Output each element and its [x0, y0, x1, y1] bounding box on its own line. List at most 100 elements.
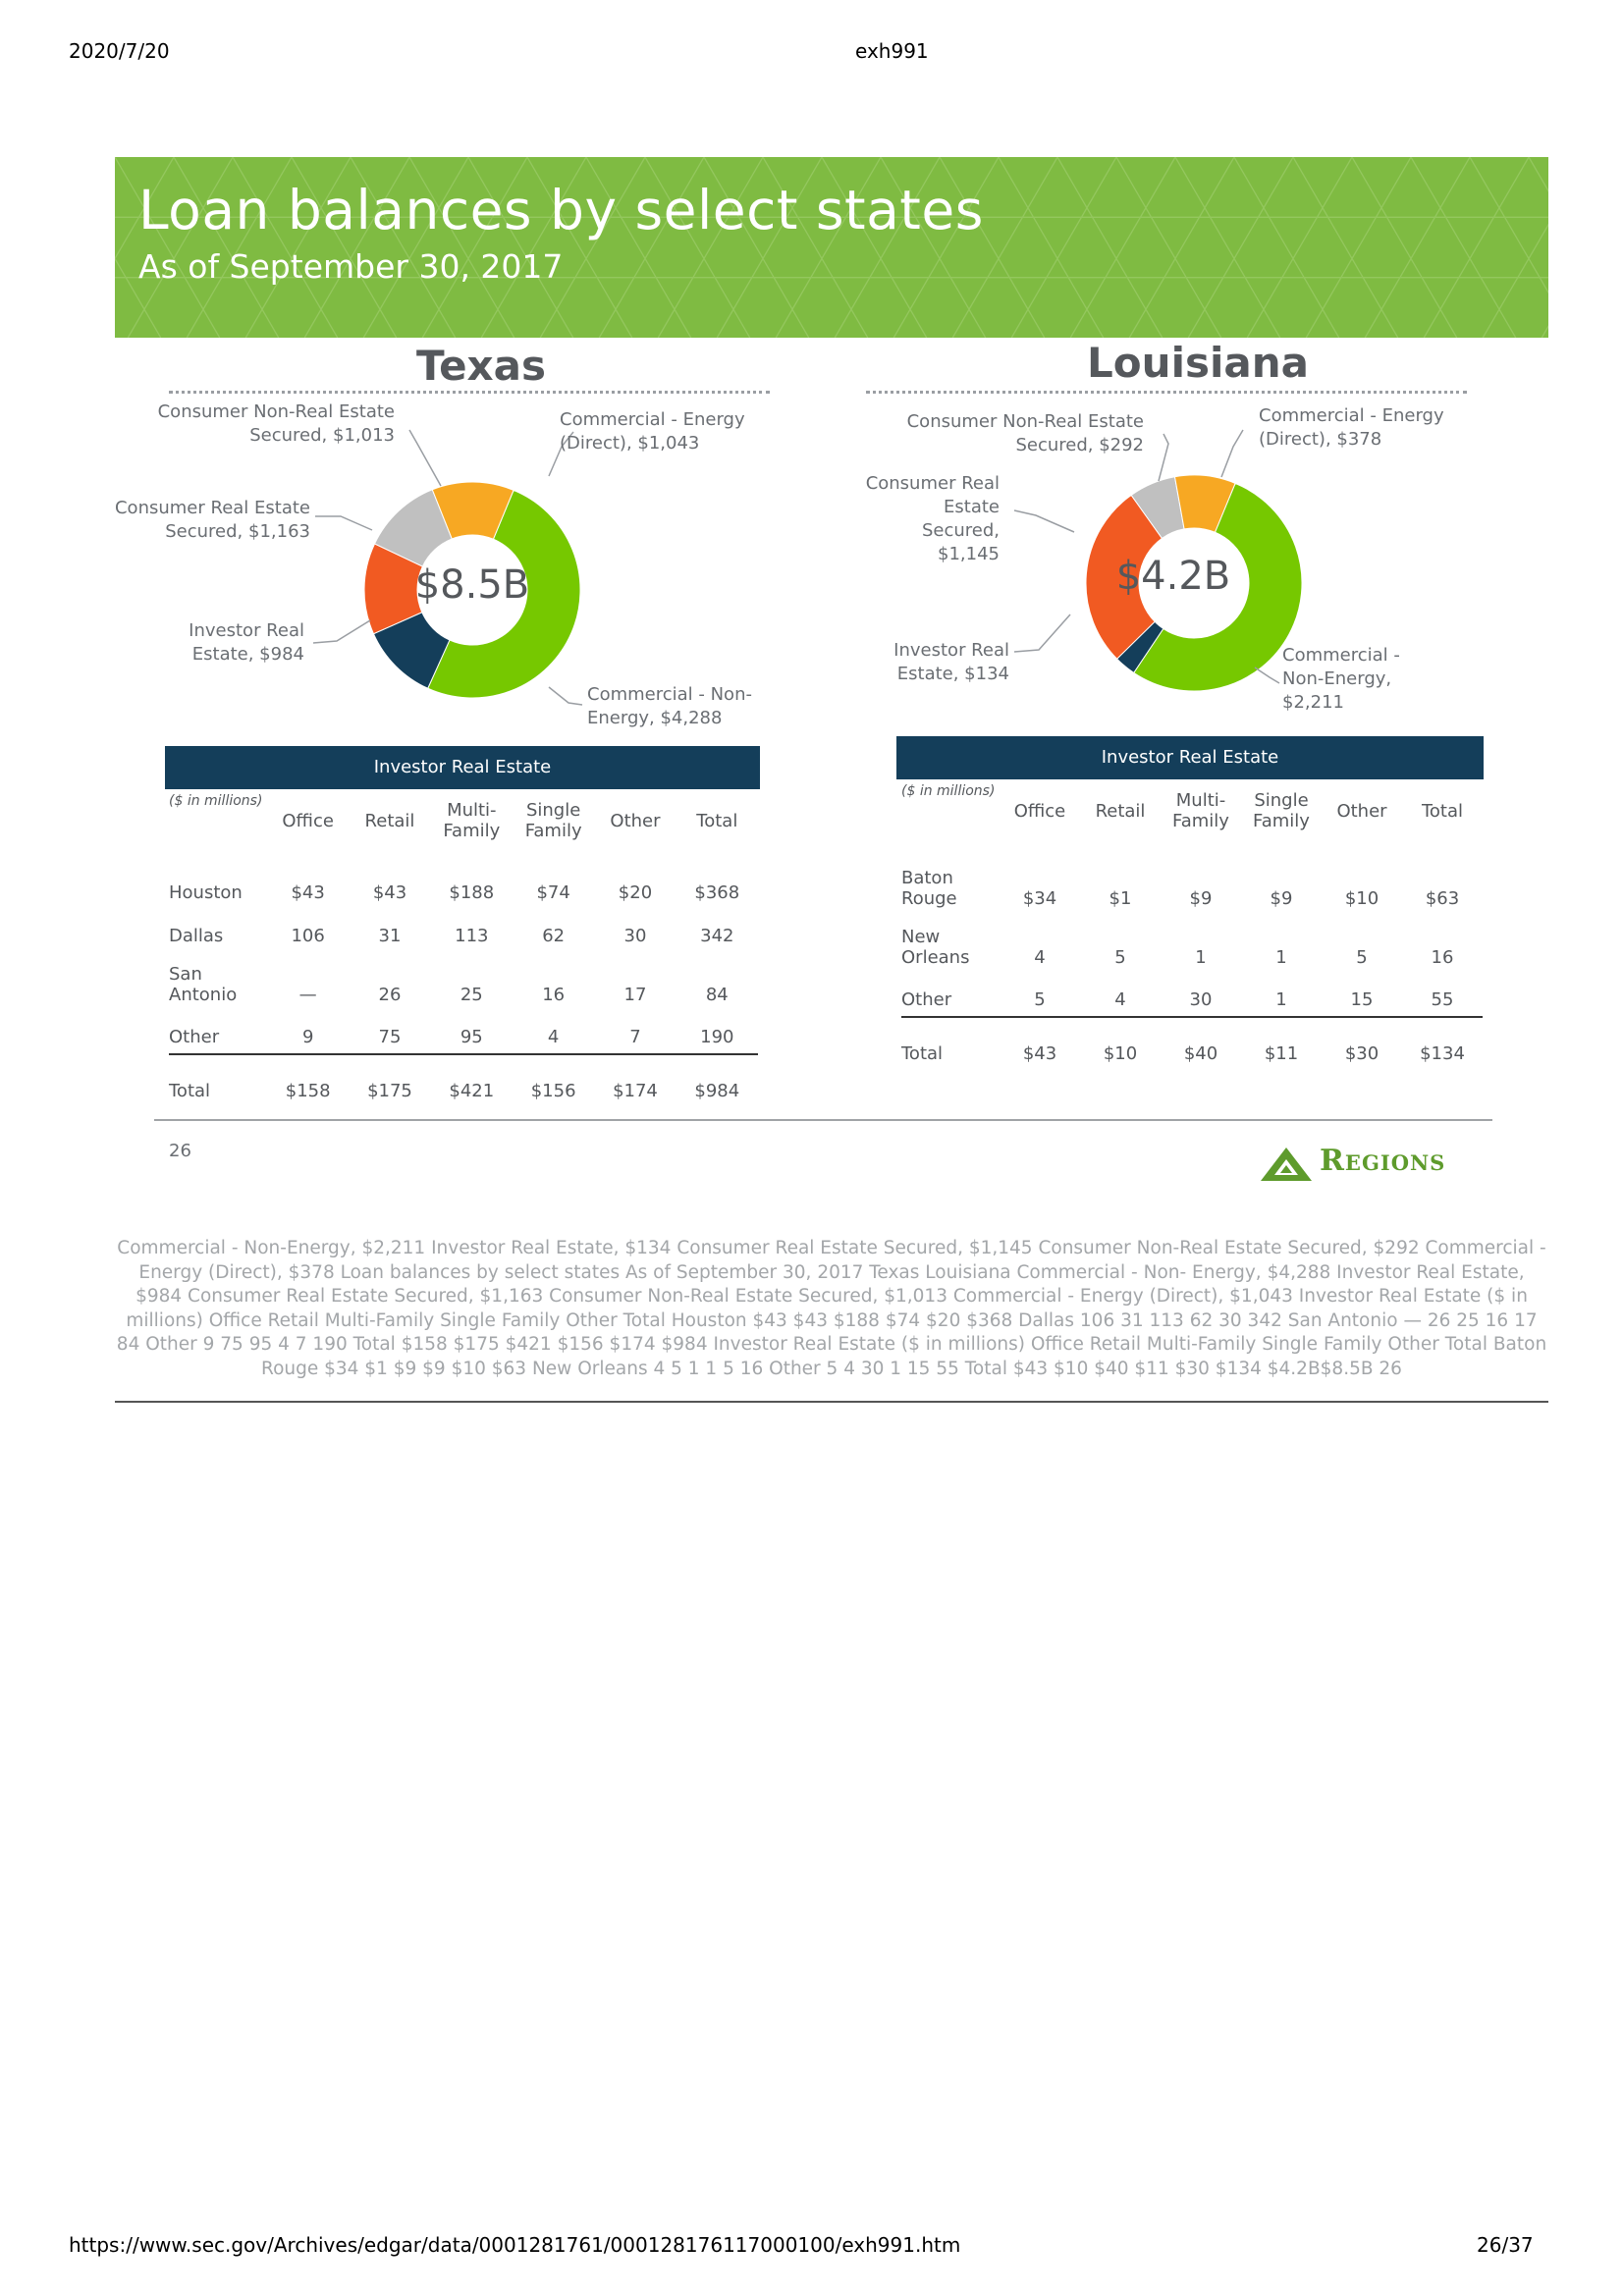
louisiana-col-header-line: Multi-	[1175, 790, 1226, 811]
texas-col-header: Multi- Family	[431, 793, 513, 848]
louisiana-cell: 55	[1402, 974, 1483, 1018]
louisiana-table-row: Baton Rouge $34 $1 $9 $9 $10 $63	[901, 856, 1483, 915]
print-doc-name: exh991	[855, 39, 929, 63]
texas-total-cell: $174	[613, 1081, 658, 1101]
louisiana-total-cell: $134	[1420, 1043, 1465, 1064]
texas-cell: 106	[291, 926, 325, 946]
print-date: 2020/7/20	[69, 39, 170, 63]
louisiana-row-label: Baton Rouge	[901, 856, 1000, 915]
texas-label-consumer-re: Consumer Real Estate Secured, $1,163	[98, 497, 310, 544]
texas-total-cell: $156	[530, 1081, 576, 1101]
texas-total-cell: $984	[694, 1081, 740, 1101]
texas-cell: $20	[618, 882, 653, 903]
texas-row-label: Dallas	[169, 909, 267, 952]
louisiana-row-label-line: Rouge	[901, 888, 957, 909]
louisiana-cell: 16	[1431, 947, 1454, 968]
louisiana-label-investor-re: Investor Real Estate, $134	[864, 639, 1009, 686]
louisiana-cell: $63	[1425, 888, 1460, 909]
print-url[interactable]: https://www.sec.gov/Archives/edgar/data/…	[69, 2233, 960, 2257]
louisiana-cell: 30	[1161, 974, 1241, 1018]
louisiana-table-header-row: ($ in millions) Office Retail Multi- Family S…	[901, 783, 1483, 838]
texas-row-label-line: Dallas	[169, 926, 224, 946]
louisiana-cell: 5	[1356, 947, 1368, 968]
texas-cell: $43	[291, 882, 325, 903]
louisiana-total-cell: $40	[1183, 1043, 1218, 1064]
louisiana-label-commercial-energy-line2: (Direct), $378	[1259, 429, 1382, 450]
louisiana-label-commercial-energy: Commercial - Energy (Direct), $378	[1259, 404, 1494, 452]
print-page-count: 26/37	[1477, 2233, 1534, 2257]
louisiana-label-commercial-energy-line1: Commercial - Energy	[1259, 405, 1444, 426]
texas-col-header: Single Family	[513, 793, 594, 848]
louisiana-col-header: Office	[1000, 783, 1080, 838]
texas-cell: 9	[267, 1011, 350, 1055]
louisiana-row-label-line: Orleans	[901, 947, 970, 968]
texas-cell: 75	[349, 1011, 431, 1055]
texas-label-commercial-energy-line2: (Direct), $1,043	[560, 433, 700, 454]
louisiana-leader-investor-re	[1013, 614, 1071, 653]
texas-row-label-line: Houston	[169, 882, 243, 903]
texas-label-investor-re-line2: Estate, $984	[191, 644, 304, 665]
louisiana-cell: $9	[1270, 888, 1293, 909]
louisiana-total-cell: $11	[1264, 1043, 1299, 1064]
texas-cell: $368	[694, 882, 740, 903]
texas-table-row: Houston $43 $43 $188 $74 $20 $368	[169, 866, 758, 909]
texas-ire-table: ($ in millions) Office Retail Multi- Family S…	[169, 793, 758, 1101]
texas-table-row: Other 9 75 95 4 7 190	[169, 1011, 758, 1055]
louisiana-cell: 5	[1000, 974, 1080, 1018]
louisiana-col-header-line: Other	[1336, 800, 1387, 822]
louisiana-cell: 1	[1195, 947, 1207, 968]
texas-col-header-line: Multi-	[447, 800, 497, 821]
louisiana-col-header: Other	[1322, 783, 1402, 838]
louisiana-cell: 4	[1034, 947, 1046, 968]
texas-title: Texas	[416, 342, 546, 390]
louisiana-row-label: New Orleans	[901, 915, 1000, 974]
louisiana-col-header-line: Office	[1013, 800, 1066, 822]
texas-label-commercial-energy-line1: Commercial - Energy	[560, 409, 745, 430]
louisiana-label-commercial-non-energy-line1: Commercial -	[1282, 645, 1400, 666]
texas-leader-consumer-non-re	[408, 429, 442, 487]
texas-col-header: Retail	[349, 793, 430, 848]
slide-banner: Loan balances by select states As of Sep…	[115, 157, 1548, 338]
texas-units-label: ($ in millions)	[169, 793, 263, 809]
texas-cell: $188	[449, 882, 495, 903]
louisiana-col-header-line: Family	[1172, 811, 1229, 831]
louisiana-col-header: Single Family	[1241, 783, 1322, 838]
louisiana-label-consumer-re-line1: Consumer Real	[865, 473, 1000, 494]
louisiana-col-header-line: Single	[1254, 790, 1309, 811]
image-alt-text: Commercial - Non-Energy, $2,211 Investor…	[116, 1238, 1547, 1379]
louisiana-label-commercial-non-energy-line2: Non-Energy,	[1282, 668, 1392, 689]
louisiana-row-label-line: Baton	[901, 868, 953, 888]
texas-cell: 17	[623, 985, 647, 1005]
texas-cell: 62	[542, 926, 566, 946]
louisiana-label-investor-re-line2: Estate, $134	[896, 664, 1009, 684]
texas-donut-center-label: $8.5B	[414, 562, 530, 608]
louisiana-cell: 5	[1114, 947, 1126, 968]
louisiana-total-cell: $30	[1344, 1043, 1380, 1064]
slide-page-number: 26	[169, 1141, 191, 1161]
louisiana-cell: $9	[1189, 888, 1213, 909]
texas-table-row: Dallas 106 31 113 62 30 342	[169, 909, 758, 952]
slide-subtitle: As of September 30, 2017	[138, 247, 564, 286]
texas-cell: 30	[623, 926, 647, 946]
content-bottom-rule	[115, 1401, 1548, 1403]
texas-total-cell: $175	[367, 1081, 412, 1101]
texas-col-header-line: Single	[525, 800, 581, 821]
texas-col-header-line: Office	[282, 810, 334, 831]
texas-label-commercial-non-energy-line2: Energy, $4,288	[587, 708, 723, 728]
texas-col-header: Total	[676, 793, 758, 848]
louisiana-label-consumer-re: Consumer Real Estate Secured, $1,145	[864, 472, 1000, 566]
louisiana-total-cell: $10	[1103, 1043, 1138, 1064]
texas-col-header-line: Total	[696, 810, 738, 831]
louisiana-cell: $1	[1109, 888, 1132, 909]
texas-leader-commercial-non-energy	[548, 686, 583, 706]
texas-row-label-line: San	[169, 964, 202, 985]
louisiana-col-header-line: Total	[1421, 800, 1464, 822]
louisiana-cell: 1	[1241, 974, 1322, 1018]
texas-total-cell: $158	[285, 1081, 331, 1101]
louisiana-cell: $10	[1344, 888, 1380, 909]
louisiana-col-header-line: Family	[1253, 811, 1310, 831]
texas-col-header-line: Family	[443, 821, 501, 841]
texas-col-header-line: Retail	[364, 810, 415, 831]
texas-label-commercial-non-energy: Commercial - Non- Energy, $4,288	[587, 683, 784, 730]
texas-cell: 190	[676, 1011, 758, 1055]
